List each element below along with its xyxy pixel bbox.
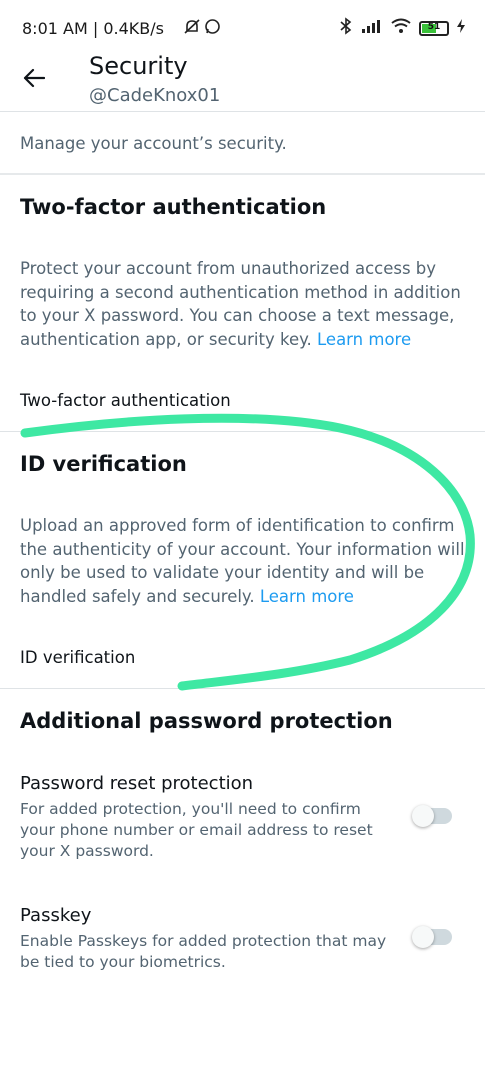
password-protection-heading: Additional password protection: [20, 709, 393, 733]
whatsapp-icon: [204, 18, 221, 40]
account-handle: @CadeKnox01: [89, 85, 221, 106]
toggle-knob: [412, 926, 434, 948]
passkey-description: Enable Passkeys for added protection tha…: [20, 932, 387, 971]
status-bar: 8:01 AM | 0.4KB/s 51: [0, 0, 485, 52]
charging-icon: [457, 19, 465, 38]
id-verification-item[interactable]: ID verification: [20, 648, 135, 667]
id-verification-heading: ID verification: [20, 452, 187, 476]
section-divider: [0, 173, 485, 175]
two-factor-heading: Two-factor authentication: [20, 195, 327, 219]
page-title: Security: [89, 52, 188, 80]
bluetooth-icon: [339, 17, 353, 40]
section-divider: [0, 688, 485, 689]
back-arrow-icon: [23, 68, 45, 88]
two-factor-learn-more-link[interactable]: Learn more: [317, 330, 411, 349]
passkey-toggle[interactable]: [412, 926, 452, 948]
header-divider: [0, 111, 485, 112]
id-verification-description-text: Upload an approved form of identificatio…: [20, 516, 465, 606]
two-factor-description: Protect your account from unauthorized a…: [20, 257, 465, 351]
password-reset-protection-title: Password reset protection: [20, 773, 254, 794]
section-divider: [0, 431, 485, 432]
back-button[interactable]: [16, 60, 52, 96]
wifi-icon: [391, 18, 411, 39]
passkey-title: Passkey: [20, 905, 92, 926]
status-time-speed: 8:01 AM | 0.4KB/s: [22, 19, 164, 38]
intro-text: Manage your account’s security.: [20, 134, 287, 153]
battery-icon: 51: [419, 21, 449, 36]
id-verification-learn-more-link[interactable]: Learn more: [260, 587, 354, 606]
password-reset-protection-description: For added protection, you'll need to con…: [20, 800, 373, 860]
battery-level: 51: [427, 22, 441, 32]
signal-icon: [361, 19, 383, 38]
id-verification-description: Upload an approved form of identificatio…: [20, 514, 465, 608]
two-factor-item[interactable]: Two-factor authentication: [20, 391, 231, 410]
password-reset-protection-toggle[interactable]: [412, 805, 452, 827]
toggle-knob: [412, 805, 434, 827]
mute-icon: [183, 18, 201, 41]
